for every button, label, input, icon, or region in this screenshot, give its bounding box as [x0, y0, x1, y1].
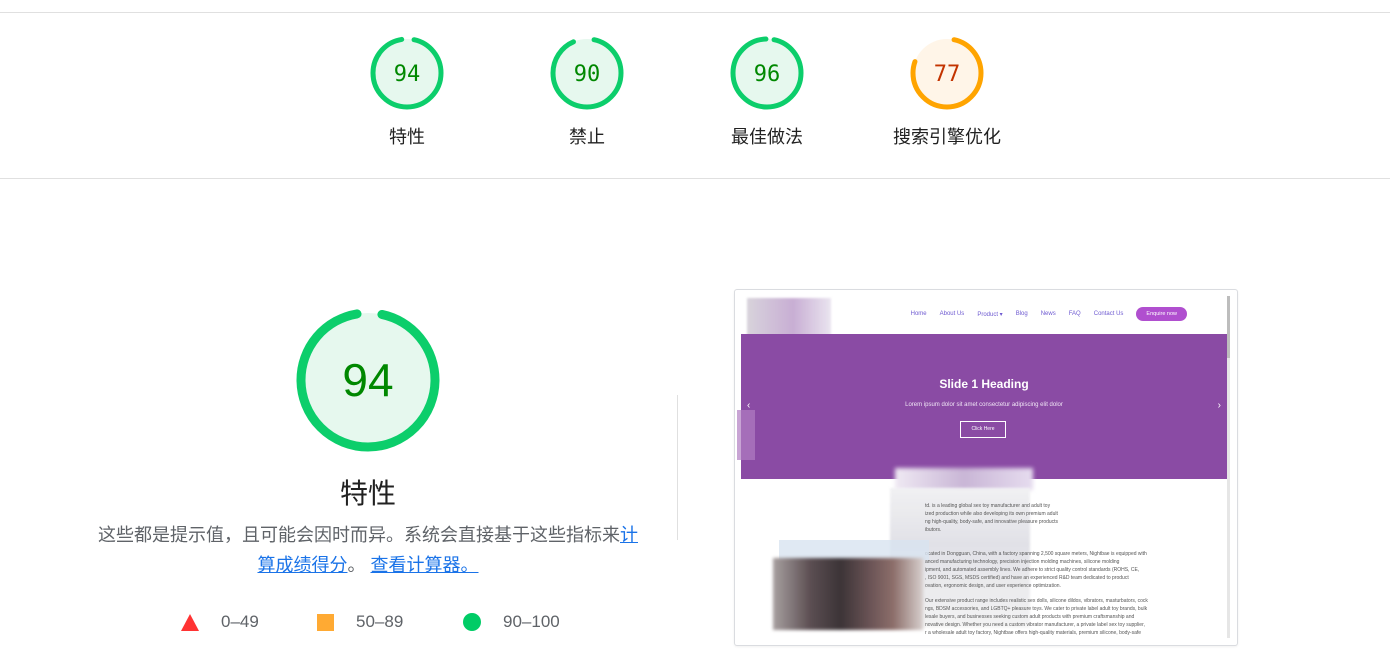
intro-paragraph: td. is a leading global sex toy manufact… — [925, 503, 1059, 533]
hero-button: Click Here — [960, 421, 1006, 438]
gauge-label: 特性 — [389, 127, 425, 147]
gauge-score: 77 — [934, 62, 961, 87]
hero-subtitle: Lorem ipsum dolor sit amet consectetur a… — [905, 402, 1063, 408]
nav-product: Product ▾ — [977, 311, 1002, 318]
section-divider — [0, 178, 1390, 179]
triangle-icon — [181, 613, 199, 631]
hero-slide: Slide 1 Heading Lorem ipsum dolor sit am… — [741, 334, 1227, 479]
nav-faq: FAQ — [1068, 311, 1081, 317]
gauge-score: 90 — [574, 62, 601, 87]
main-gauge: 94 — [294, 306, 442, 454]
gauge-ring: 77 — [910, 36, 984, 110]
gauge-accessibility[interactable]: 90 禁止 — [507, 36, 667, 148]
nav-contact: Contact Us — [1093, 311, 1124, 317]
nav-about: About Us — [939, 311, 965, 317]
gauge-seo[interactable]: 77 搜索引擎优化 — [867, 36, 1027, 148]
metrics-description: 这些都是提示值，且可能会因时而异。系统会直接基于这些指标来计算成绩得分。 查看计… — [90, 520, 646, 580]
gauge-label: 最佳做法 — [731, 127, 803, 147]
legend-pass-range: 90–100 — [503, 612, 560, 631]
gauge-best-practices[interactable]: 96 最佳做法 — [687, 36, 847, 148]
gauge-ring: 94 — [370, 36, 444, 110]
description-text: 这些都是提示值，且可能会因时而异。系统会直接基于这些指标来 — [98, 525, 620, 545]
main-gauge-ring: 94 — [296, 308, 440, 452]
thumbnail-nav: Home About Us Product ▾ Blog News FAQ Co… — [911, 307, 1187, 321]
legend-pass: 90–100 — [463, 610, 560, 634]
legend-fail: 0–49 — [181, 610, 259, 634]
main-gauge-score: 94 — [342, 354, 393, 406]
gauge-score: 94 — [394, 62, 421, 87]
gauge-ring: 96 — [730, 36, 804, 110]
gauge-label: 搜索引擎优化 — [893, 127, 1001, 147]
hero-title: Slide 1 Heading — [939, 377, 1029, 391]
thumbnail-scroll-thumb — [1227, 296, 1230, 358]
blurred-photo — [773, 558, 923, 630]
page-screenshot-thumbnail[interactable]: Home About Us Product ▾ Blog News FAQ Co… — [734, 289, 1238, 646]
vertical-divider — [677, 395, 678, 540]
description-separator: 。 — [347, 555, 366, 575]
legend-fail-range: 0–49 — [221, 612, 259, 631]
enquire-button: Enquire now — [1136, 307, 1187, 321]
square-icon — [317, 613, 334, 631]
legend-average-range: 50–89 — [356, 612, 404, 631]
gauge-performance[interactable]: 94 特性 — [327, 36, 487, 148]
blurred-photo-top — [779, 540, 929, 560]
nav-blog: Blog — [1015, 311, 1028, 317]
chevron-right-icon: › — [1217, 400, 1221, 411]
legend-average: 50–89 — [317, 610, 403, 634]
circle-icon — [463, 613, 481, 631]
top-divider — [0, 12, 1390, 13]
nav-product-label: Product — [977, 311, 998, 318]
gauge-label: 禁止 — [569, 127, 605, 147]
gauge-score: 96 — [754, 62, 781, 87]
chevron-down-icon: ▾ — [999, 311, 1003, 318]
blurred-heading — [895, 468, 1033, 490]
nav-news: News — [1040, 311, 1056, 317]
nav-home: Home — [910, 311, 927, 317]
factory-paragraph: ocated in Dongguan, China, with a factor… — [925, 551, 1147, 589]
main-category-title: 特性 — [339, 478, 396, 509]
view-calculator-link[interactable]: 查看计算器。 — [371, 555, 479, 575]
blurred-edge — [737, 410, 755, 460]
gauge-ring: 90 — [550, 36, 624, 110]
products-paragraph: Our extensive product range includes rea… — [925, 598, 1148, 636]
